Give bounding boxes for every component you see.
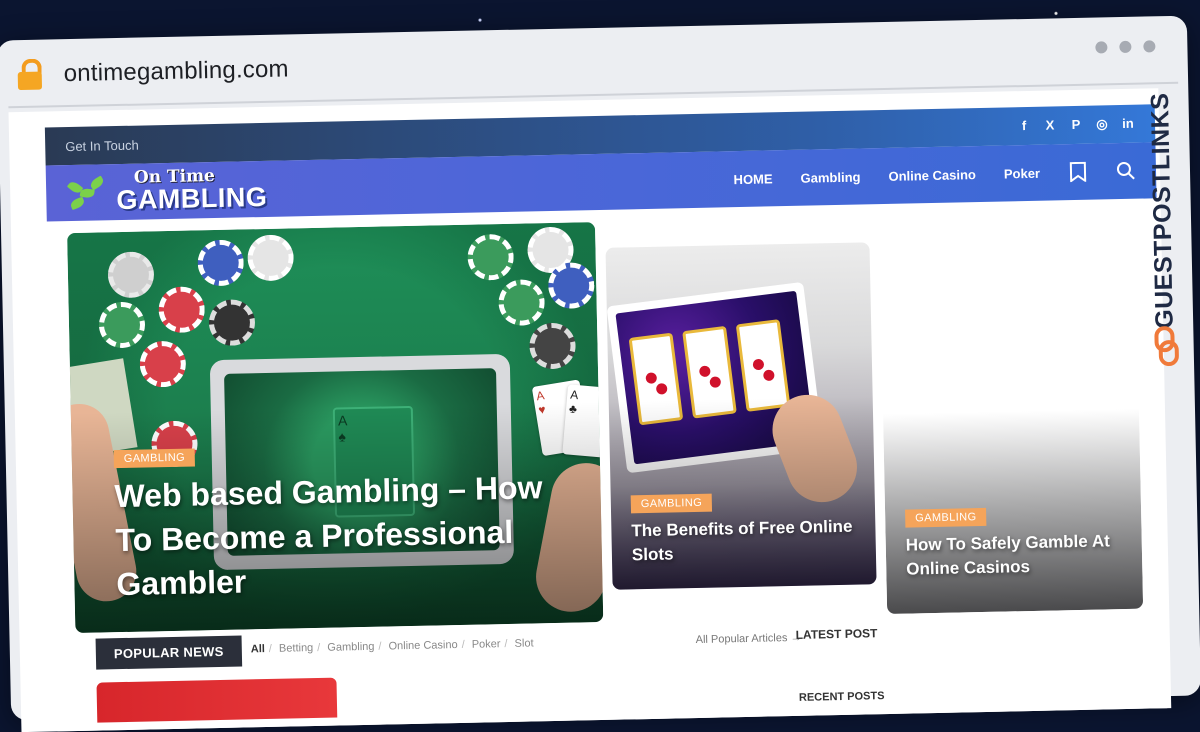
- nav-item-home[interactable]: HOME: [733, 171, 772, 187]
- popular-news-heading: POPULAR NEWS: [95, 635, 242, 670]
- linkedin-icon[interactable]: in: [1121, 116, 1135, 132]
- lock-icon: [15, 58, 44, 92]
- nav-item-online-casino[interactable]: Online Casino: [888, 167, 976, 184]
- site-logo[interactable]: On Time GAMBLING: [66, 166, 268, 216]
- url-text[interactable]: ontimegambling.com: [63, 55, 289, 88]
- window-dot[interactable]: [1095, 41, 1108, 54]
- logo-line2: GAMBLING: [116, 181, 268, 216]
- filter-slot[interactable]: Slot: [514, 637, 533, 649]
- filter-all[interactable]: All: [251, 643, 265, 655]
- nav-item-gambling[interactable]: Gambling: [800, 169, 860, 185]
- x-icon[interactable]: X: [1043, 117, 1057, 133]
- instagram-icon[interactable]: ◎: [1095, 116, 1109, 132]
- search-icon[interactable]: [1116, 161, 1136, 181]
- guestpostlinks-watermark: GUESTPOSTLINKS: [1142, 76, 1188, 377]
- featured-title[interactable]: How To Safely Gamble At Online Casinos: [906, 529, 1127, 582]
- category-tag[interactable]: GAMBLING: [113, 448, 196, 469]
- featured-card-casinos[interactable]: GAMBLING How To Safely Gamble At Online …: [878, 214, 1144, 615]
- window-dot[interactable]: [1143, 40, 1156, 53]
- main-nav: HOME Gambling Online Casino Poker: [733, 161, 1136, 189]
- watermark-text: GUESTPOSTLINKS: [1145, 92, 1179, 330]
- popular-post-thumbnail[interactable]: [96, 677, 338, 723]
- nav-item-poker[interactable]: Poker: [1004, 165, 1040, 181]
- link-chain-icon: [1154, 326, 1179, 367]
- filter-gambling[interactable]: Gambling: [327, 641, 374, 654]
- filter-online-casino[interactable]: Online Casino: [388, 639, 457, 652]
- recent-posts-heading: RECENT POSTS: [798, 690, 885, 704]
- social-links: f X P ◎ in: [1017, 116, 1135, 134]
- website: Get In Touch f X P ◎ in On Time GAMBLING…: [44, 104, 1168, 732]
- featured-posts: A♠ A♥ A♣ GAMBLING Web based Gambling – H…: [67, 211, 1144, 634]
- window-dot[interactable]: [1119, 40, 1132, 54]
- latest-post-heading: LATEST POST: [795, 626, 878, 642]
- popular-filters: All / Betting / Gambling / Online Casino / P…: [250, 637, 534, 656]
- featured-card-slots[interactable]: GAMBLING The Benefits of Free Online Slo…: [605, 242, 877, 590]
- category-tag[interactable]: GAMBLING: [630, 493, 713, 514]
- facebook-icon[interactable]: f: [1017, 118, 1031, 134]
- filter-poker[interactable]: Poker: [472, 638, 501, 651]
- category-tag[interactable]: GAMBLING: [905, 507, 987, 528]
- featured-title[interactable]: The Benefits of Free Online Slots: [631, 515, 860, 568]
- all-popular-articles-link[interactable]: All Popular Articles →: [696, 632, 802, 646]
- browser-window: ontimegambling.com Get In Touch f X P ◎ …: [0, 15, 1200, 732]
- window-controls: [1095, 40, 1156, 54]
- page-viewport: Get In Touch f X P ◎ in On Time GAMBLING…: [8, 88, 1172, 732]
- pinterest-icon[interactable]: P: [1069, 117, 1083, 133]
- clover-icon: [66, 170, 111, 215]
- featured-card-main[interactable]: A♠ A♥ A♣ GAMBLING Web based Gambling – H…: [67, 222, 604, 634]
- get-in-touch-link[interactable]: Get In Touch: [65, 137, 139, 154]
- filter-betting[interactable]: Betting: [279, 642, 313, 655]
- featured-title[interactable]: Web based Gambling – How To Become a Pro…: [114, 465, 577, 607]
- bookmark-icon[interactable]: [1068, 161, 1088, 183]
